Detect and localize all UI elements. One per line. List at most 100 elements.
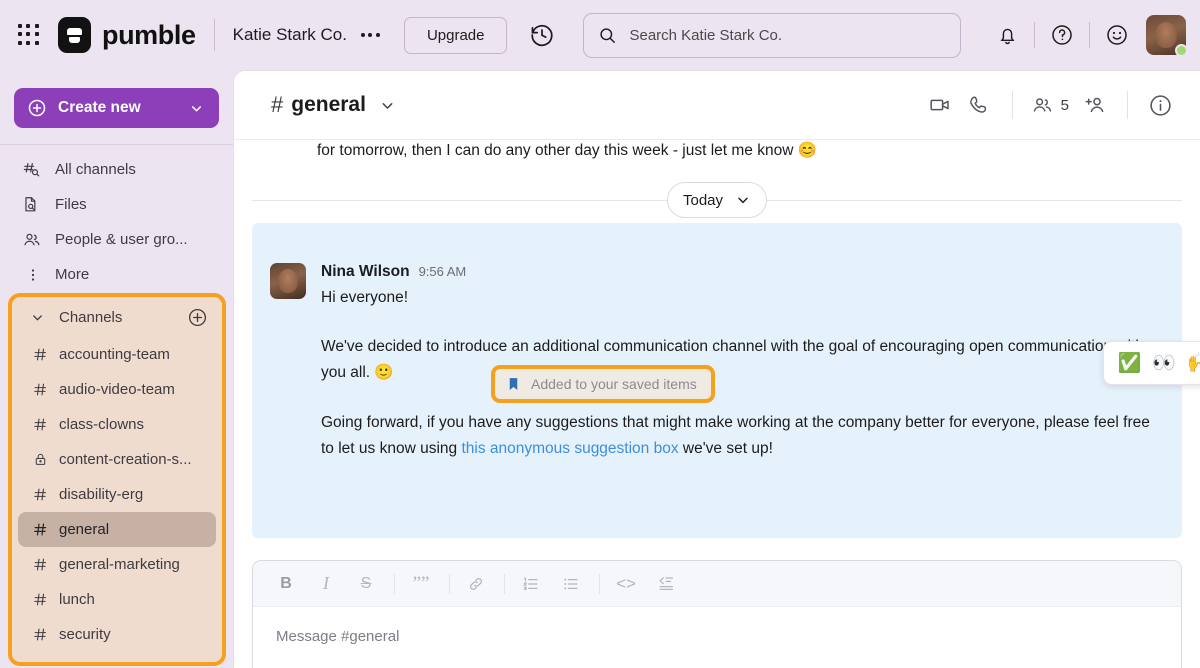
message-hover-toolbar: ✅ 👀 🙌 bbox=[1103, 341, 1200, 385]
brand-logo[interactable]: pumble bbox=[58, 17, 196, 53]
inline-code-button[interactable]: <> bbox=[611, 569, 641, 599]
hash-icon: # bbox=[271, 92, 284, 117]
add-person-icon[interactable] bbox=[1075, 87, 1115, 123]
sidebar-channel-content-creation-s[interactable]: content-creation-s... bbox=[18, 442, 216, 477]
message-paragraph-2-text-after: we've set up! bbox=[678, 440, 773, 457]
saved-items-banner-label: Added to your saved items bbox=[531, 376, 697, 392]
lock-icon bbox=[30, 452, 50, 467]
channels-section-annotation-highlight: Channels accounting-team audio-video-tea… bbox=[8, 293, 226, 666]
sidebar-channel-class-clowns[interactable]: class-clowns bbox=[18, 407, 216, 442]
phone-icon[interactable] bbox=[960, 87, 1000, 123]
sidebar-channel-audio-video-team[interactable]: audio-video-team bbox=[18, 372, 216, 407]
hash-icon bbox=[30, 417, 50, 432]
reaction-eyes[interactable]: 👀 bbox=[1149, 348, 1179, 378]
history-clock-icon[interactable] bbox=[529, 22, 555, 48]
sidebar-item-files[interactable]: Files bbox=[0, 187, 233, 222]
divider bbox=[1127, 91, 1128, 119]
message-input-placeholder: Message #general bbox=[276, 627, 400, 645]
vertical-dots-icon bbox=[22, 266, 44, 284]
members-button[interactable]: 5 bbox=[1025, 94, 1075, 117]
channels-section-header[interactable]: Channels bbox=[12, 297, 222, 337]
file-search-icon bbox=[22, 195, 44, 214]
search-input[interactable]: Search Katie Stark Co. bbox=[583, 12, 962, 58]
bold-button[interactable]: B bbox=[271, 569, 301, 599]
people-icon bbox=[1031, 94, 1054, 117]
channel-header: # general 5 bbox=[234, 71, 1200, 140]
bell-icon[interactable] bbox=[990, 18, 1024, 52]
divider bbox=[213, 19, 215, 51]
sidebar-item-people-user-groups[interactable]: People & user gro... bbox=[0, 222, 233, 257]
sidebar-channel-disability-erg[interactable]: disability-erg bbox=[18, 477, 216, 512]
workspace-name[interactable]: Katie Stark Co. bbox=[233, 25, 347, 45]
sidebar-channel-general[interactable]: general bbox=[18, 512, 216, 547]
anonymous-suggestion-box-link[interactable]: this anonymous suggestion box bbox=[461, 440, 678, 457]
create-new-button[interactable]: Create new bbox=[14, 88, 219, 128]
channel-title-button[interactable]: # general bbox=[271, 92, 396, 118]
date-divider-today[interactable]: Today bbox=[666, 182, 768, 218]
message-list: for tomorrow, then I can do any other da… bbox=[234, 140, 1200, 668]
channel-label: general bbox=[59, 521, 110, 538]
topbar-right-actions bbox=[990, 15, 1200, 57]
hash-icon bbox=[30, 592, 50, 607]
divider bbox=[599, 573, 600, 594]
sidebar-channel-security[interactable]: security bbox=[18, 617, 216, 652]
divider bbox=[504, 573, 505, 594]
strikethrough-button[interactable]: S bbox=[351, 569, 381, 599]
previous-message-partial: for tomorrow, then I can do any other da… bbox=[317, 142, 818, 159]
hash-icon bbox=[30, 557, 50, 572]
message-paragraph-1: We've decided to introduce an additional… bbox=[321, 338, 1144, 381]
message-author-name[interactable]: Nina Wilson bbox=[321, 263, 410, 281]
search-placeholder: Search Katie Stark Co. bbox=[629, 26, 783, 44]
ellipsis-icon[interactable] bbox=[359, 27, 382, 43]
sidebar-item-all-channels[interactable]: All channels bbox=[0, 152, 233, 187]
message-paragraph-2: Going forward, if you have any suggestio… bbox=[321, 410, 1158, 462]
hash-search-icon bbox=[22, 160, 44, 179]
chevron-down-icon bbox=[189, 101, 204, 116]
message-composer: B I S ”” <> Message #general bbox=[252, 560, 1182, 668]
sidebar-item-label: Files bbox=[55, 196, 87, 213]
sidebar-item-label: More bbox=[55, 266, 90, 283]
hash-icon bbox=[30, 347, 50, 362]
message-header: Nina Wilson 9:56 AM Hi everyone! We've d… bbox=[252, 263, 1182, 462]
message-highlighted: Nina Wilson 9:56 AM Hi everyone! We've d… bbox=[252, 223, 1182, 538]
upgrade-button[interactable]: Upgrade bbox=[403, 16, 508, 54]
page-title: general bbox=[291, 93, 366, 116]
link-button[interactable] bbox=[461, 569, 491, 599]
members-count: 5 bbox=[1060, 96, 1069, 114]
hash-icon bbox=[30, 522, 50, 537]
sidebar-channel-accounting-team[interactable]: accounting-team bbox=[18, 337, 216, 372]
chevron-down-icon bbox=[735, 192, 751, 208]
pumble-app-window: pumble Katie Stark Co. Upgrade Search Ka… bbox=[0, 0, 1200, 668]
sidebar: Create new All channels Files People & u… bbox=[0, 70, 233, 668]
people-icon bbox=[22, 230, 44, 250]
hash-icon bbox=[30, 627, 50, 642]
question-circle-icon[interactable] bbox=[1045, 18, 1079, 52]
add-channel-icon[interactable] bbox=[187, 307, 208, 328]
reaction-white-check-mark[interactable]: ✅ bbox=[1114, 348, 1144, 378]
bullet-list-button[interactable] bbox=[556, 569, 586, 599]
sidebar-item-more[interactable]: More bbox=[0, 257, 233, 292]
sidebar-divider bbox=[0, 144, 233, 145]
smiley-face-icon[interactable] bbox=[1100, 18, 1134, 52]
channel-header-actions: 5 bbox=[920, 87, 1200, 123]
ordered-list-button[interactable] bbox=[516, 569, 546, 599]
search-icon bbox=[600, 27, 616, 43]
message-input[interactable]: Message #general bbox=[253, 607, 1181, 665]
info-circle-icon[interactable] bbox=[1140, 87, 1180, 123]
sidebar-channel-lunch[interactable]: lunch bbox=[18, 582, 216, 617]
avatar[interactable] bbox=[1146, 15, 1188, 57]
grid-apps-icon[interactable] bbox=[18, 24, 40, 46]
message-timestamp[interactable]: 9:56 AM bbox=[419, 264, 467, 279]
channel-label: class-clowns bbox=[59, 416, 145, 433]
channel-label: content-creation-s... bbox=[59, 451, 192, 468]
divider bbox=[394, 573, 395, 594]
video-camera-icon[interactable] bbox=[920, 87, 960, 123]
message-author-avatar[interactable] bbox=[270, 263, 306, 299]
reaction-raising-hands[interactable]: 🙌 bbox=[1184, 348, 1200, 378]
code-block-button[interactable] bbox=[651, 569, 681, 599]
channel-label: lunch bbox=[59, 591, 95, 608]
main-panel: # general 5 for tomorrow, then I can do … bbox=[233, 70, 1200, 668]
blockquote-button[interactable]: ”” bbox=[406, 569, 436, 599]
sidebar-channel-general-marketing[interactable]: general-marketing bbox=[18, 547, 216, 582]
italic-button[interactable]: I bbox=[311, 569, 341, 599]
